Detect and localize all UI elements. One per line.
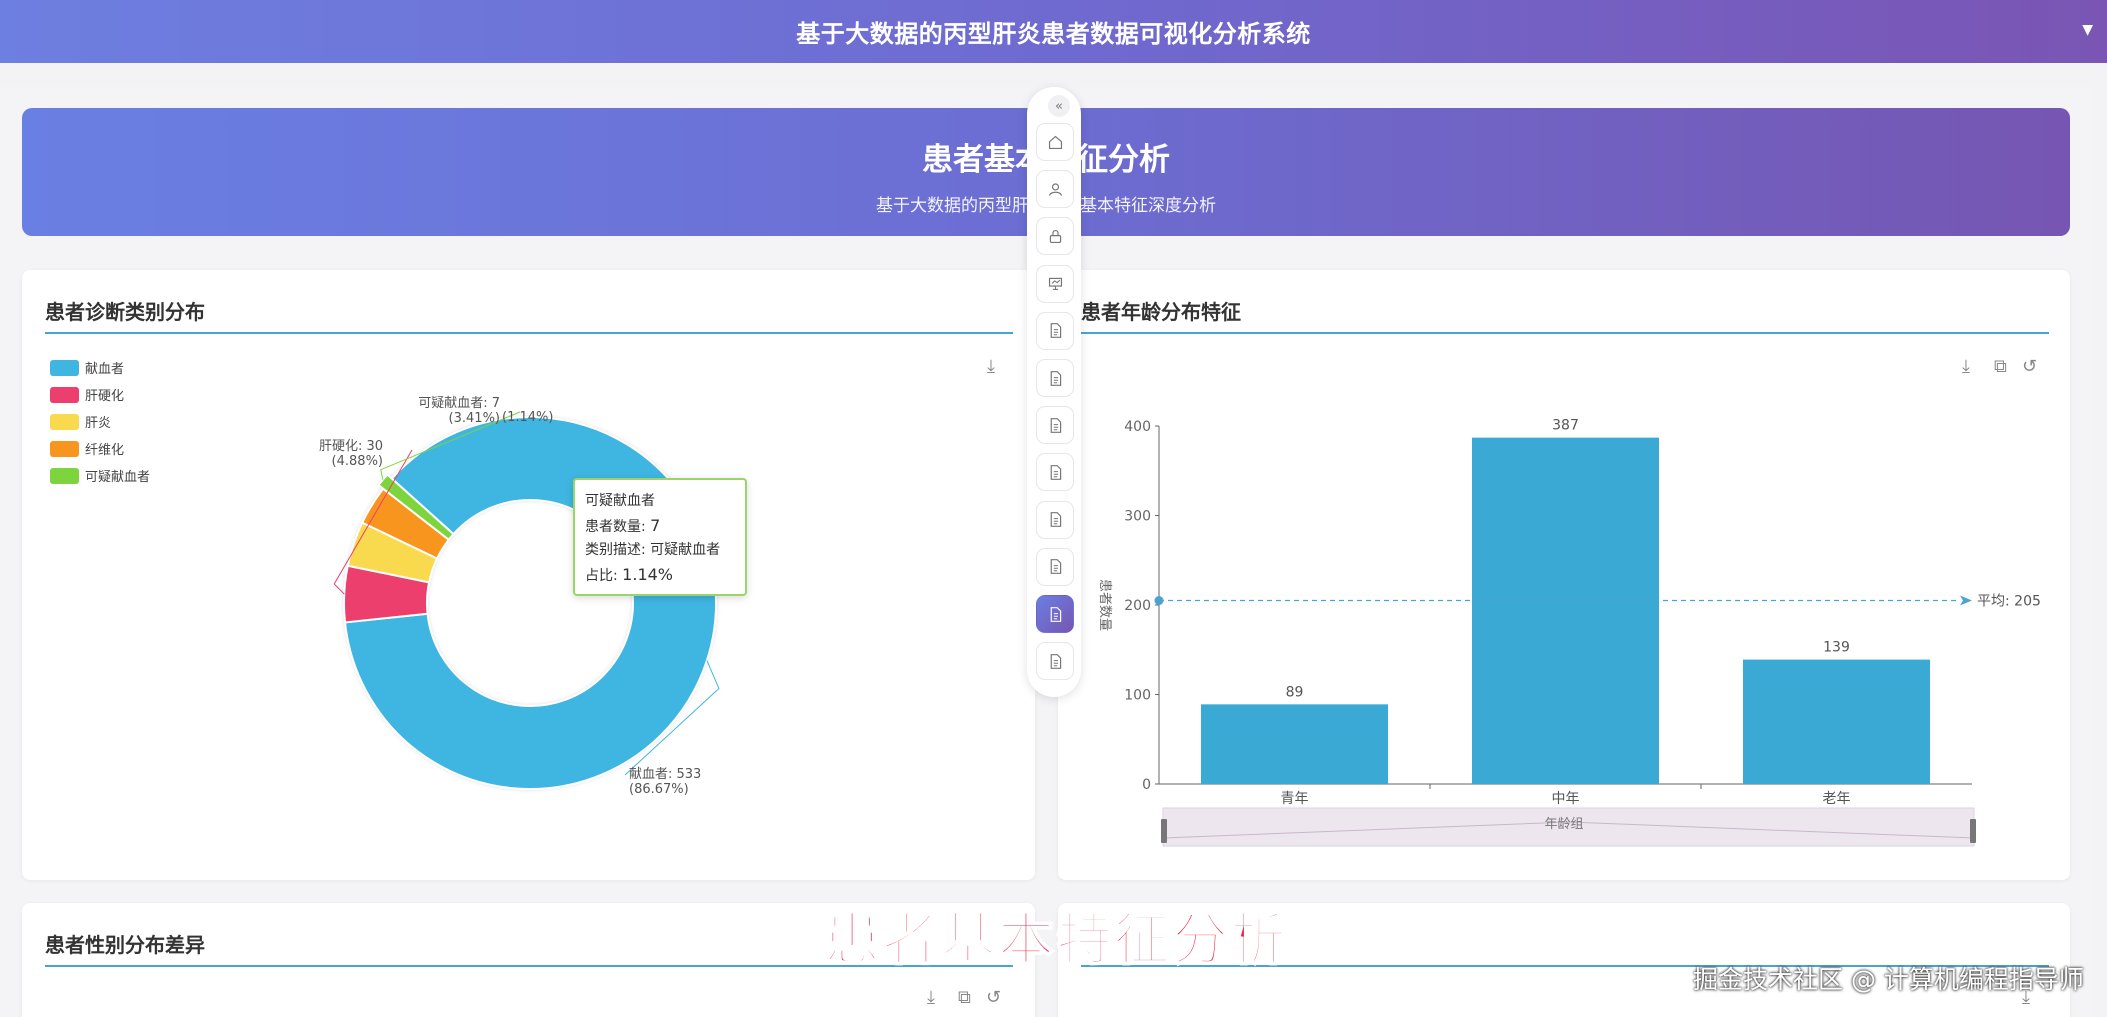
sidebar-nav-button[interactable] (1036, 359, 1074, 397)
sidebar-nav-button[interactable] (1036, 642, 1074, 681)
lock-icon (1049, 229, 1061, 243)
top-bar: 基于大数据的丙型肝炎患者数据可视化分析系统 ▼ (0, 0, 2107, 63)
legend-swatch (50, 359, 79, 376)
download-icon[interactable]: ⤓ (1962, 356, 1970, 377)
age-card: 患者年龄分布特征 ⤓ ⧉ ↺ (1058, 270, 2070, 880)
document-icon (1050, 370, 1061, 386)
reset-icon[interactable]: ↺ (986, 987, 1001, 1008)
sidebar-nav-button[interactable] (1036, 595, 1074, 633)
legend-swatch (50, 440, 79, 457)
floating-nav-sidebar: « (1027, 87, 1081, 697)
sidebar-nav-button[interactable] (1036, 311, 1074, 350)
document-icon (1050, 464, 1061, 480)
document-icon (1050, 417, 1061, 433)
legend-label: 肝炎 (85, 416, 112, 431)
legend-swatch (50, 467, 79, 484)
diagnosis-card: 患者诊断类别分布 ⤓ (22, 270, 1035, 880)
legend-item[interactable]: 肝炎 (50, 408, 150, 435)
document-icon (1050, 606, 1061, 622)
user-icon (1048, 183, 1062, 196)
legend-item[interactable]: 献血者 (50, 354, 150, 381)
sidebar-nav-button[interactable] (1036, 406, 1074, 445)
legend-label: 肝硬化 (85, 389, 125, 404)
sidebar-nav-button[interactable] (1036, 453, 1074, 492)
reset-icon[interactable]: ↺ (2022, 356, 2037, 377)
legend-item[interactable]: 纤维化 (50, 435, 150, 462)
legend-label: 可疑献血者 (85, 470, 151, 485)
legend-item[interactable]: 肝硬化 (50, 381, 150, 408)
gender-card-title: 患者性别分布差异 (45, 933, 205, 957)
download-icon[interactable]: ⤓ (987, 356, 995, 377)
presentation-icon (1048, 277, 1062, 291)
title-underline (45, 332, 1013, 334)
download-icon[interactable]: ⤓ (927, 987, 935, 1008)
diagnosis-card-title: 患者诊断类别分布 (45, 300, 205, 324)
legend-label: 纤维化 (85, 443, 125, 458)
donut-legend: 献血者肝硬化肝炎纤维化可疑献血者 (50, 354, 150, 489)
collapse-icon[interactable]: « (1048, 95, 1070, 117)
chevron-down-icon[interactable]: ▼ (2082, 22, 2093, 38)
chart-tooltip: 可疑献血者 患者数量: 7 类别描述: 可疑献血者 占比: 1.14% (573, 478, 747, 596)
document-icon (1050, 559, 1061, 575)
zoom-icon[interactable]: ⧉ (958, 987, 971, 1008)
home-icon (1048, 135, 1062, 149)
legend-swatch (50, 386, 79, 403)
legend-swatch (50, 413, 79, 430)
tooltip-desc: 类别描述: 可疑献血者 (585, 542, 721, 558)
tooltip-name: 可疑献血者 (585, 493, 655, 509)
zoom-icon[interactable]: ⧉ (1994, 356, 2007, 377)
video-caption: 患者基本特征分析 (823, 907, 1288, 974)
sidebar-nav-button[interactable] (1036, 500, 1074, 539)
tooltip-count: 患者数量: 7 (585, 515, 661, 535)
legend-label: 献血者 (85, 362, 125, 377)
sidebar-nav-button[interactable] (1036, 264, 1074, 303)
legend-item[interactable]: 可疑献血者 (50, 462, 150, 489)
watermark: 掘金技术社区 @ 计算机编程指导师 (1693, 965, 2084, 994)
title-underline (1081, 332, 2049, 334)
sidebar-nav-button[interactable] (1036, 217, 1074, 256)
app-title: 基于大数据的丙型肝炎患者数据可视化分析系统 (796, 20, 1311, 48)
sidebar-nav-button[interactable] (1036, 547, 1074, 586)
tooltip-ratio: 占比: 1.14% (585, 564, 673, 584)
document-icon (1050, 653, 1061, 669)
sidebar-nav-button[interactable] (1036, 170, 1074, 209)
document-icon (1050, 323, 1061, 339)
sidebar-nav-button[interactable] (1036, 123, 1074, 161)
age-card-title: 患者年龄分布特征 (1081, 300, 1241, 324)
document-icon (1050, 512, 1061, 527)
